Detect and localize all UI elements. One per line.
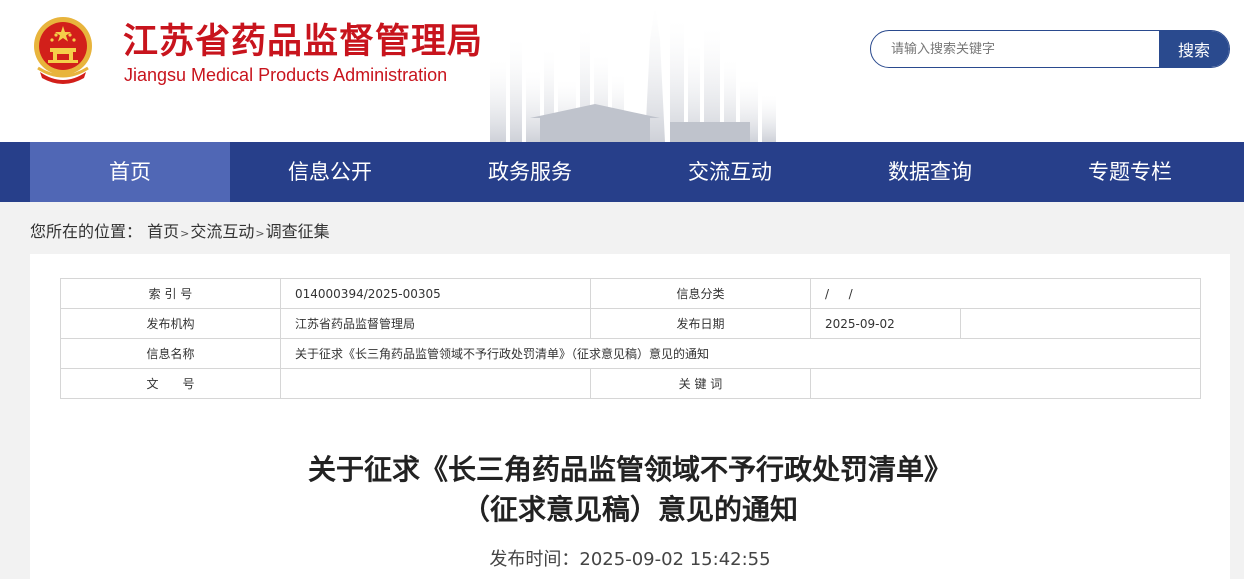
article-title-line2: （征求意见稿）意见的通知 (461, 493, 798, 526)
table-row: 发布机构 江苏省药品监督管理局 发布日期 2025-09-02 (60, 308, 1201, 339)
breadcrumb: 您所在的位置： 首页>交流互动>调查征集 (30, 222, 330, 244)
keywords-value (810, 368, 1201, 399)
empty-cell (960, 308, 1201, 339)
date-value: 2025-09-02 (810, 308, 961, 339)
article-title: 关于征求《长三角药品监管领域不予行政处罚清单》 （征求意见稿）意见的通知 (30, 450, 1230, 530)
publisher-label: 发布机构 (60, 308, 281, 339)
doc-number-value (280, 368, 591, 399)
skyline-illustration (490, 5, 776, 142)
search-input[interactable] (871, 31, 1159, 67)
content-panel: 索 引 号 014000394/2025-00305 信息分类 / / 发布机构… (30, 254, 1230, 579)
doc-number-label: 文 号 (60, 368, 281, 399)
search-box: 搜索 (870, 30, 1230, 68)
breadcrumb-home-link[interactable]: 首页 (147, 222, 179, 241)
nav-item-interaction[interactable]: 交流互动 (630, 142, 830, 202)
table-row: 文 号 关 键 词 (60, 368, 1201, 399)
keywords-label: 关 键 词 (590, 368, 811, 399)
main-nav: 首页 信息公开 政务服务 交流互动 数据查询 专题专栏 (0, 142, 1244, 202)
breadcrumb-separator: > (180, 227, 190, 240)
info-name-value: 关于征求《长三角药品监管领域不予行政处罚清单》（征求意见稿）意见的通知 (280, 338, 1201, 369)
site-header: 江苏省药品监督管理局 Jiangsu Medical Products Admi… (0, 0, 1244, 142)
search-button[interactable]: 搜索 (1159, 31, 1229, 67)
national-emblem-icon[interactable] (30, 16, 96, 86)
table-row: 信息名称 关于征求《长三角药品监管领域不予行政处罚清单》（征求意见稿）意见的通知 (60, 338, 1201, 369)
nav-item-gov-services[interactable]: 政务服务 (430, 142, 630, 202)
breadcrumb-interaction-link[interactable]: 交流互动 (190, 222, 254, 241)
nav-item-special-topics[interactable]: 专题专栏 (1030, 142, 1230, 202)
breadcrumb-prefix: 您所在的位置： (30, 222, 143, 241)
nav-item-info-disclosure[interactable]: 信息公开 (230, 142, 430, 202)
nav-item-data-query[interactable]: 数据查询 (830, 142, 1030, 202)
info-name-label: 信息名称 (60, 338, 281, 369)
category-label: 信息分类 (590, 278, 811, 309)
date-label: 发布日期 (590, 308, 811, 339)
category-value: / / (810, 278, 1201, 309)
breadcrumb-survey-link[interactable]: 调查征集 (266, 222, 330, 241)
table-row: 索 引 号 014000394/2025-00305 信息分类 / / (60, 278, 1201, 309)
breadcrumb-separator: > (255, 227, 265, 240)
publisher-value: 江苏省药品监督管理局 (280, 308, 591, 339)
article-title-line1: 关于征求《长三角药品监管领域不予行政处罚清单》 (307, 453, 952, 486)
site-subtitle: Jiangsu Medical Products Administration (124, 65, 448, 85)
index-value: 014000394/2025-00305 (280, 278, 591, 309)
index-label: 索 引 号 (60, 278, 281, 309)
nav-item-home[interactable]: 首页 (30, 142, 230, 202)
info-meta-table: 索 引 号 014000394/2025-00305 信息分类 / / 发布机构… (60, 278, 1201, 399)
site-title: 江苏省药品监督管理局 (123, 22, 484, 62)
publish-time: 发布时间：2025-09-02 15:42:55 (489, 549, 771, 570)
